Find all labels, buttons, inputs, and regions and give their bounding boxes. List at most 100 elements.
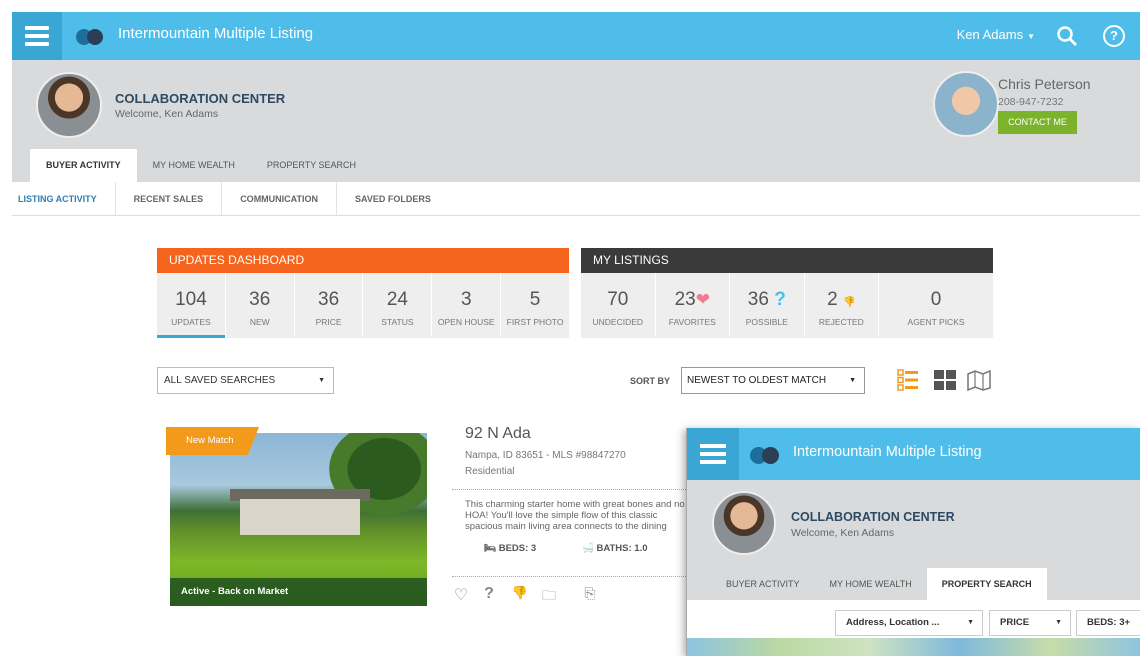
favorites-count: 23 — [674, 289, 696, 310]
overlay-tabs: BUYER ACTIVITY MY HOME WEALTH PROPERTY S… — [711, 568, 1047, 600]
overlay-app-title: Intermountain Multiple Listing — [793, 444, 982, 460]
updates-dashboard-title: UPDATES DASHBOARD — [157, 248, 569, 273]
imls-logo — [750, 447, 784, 464]
hamburger-menu-icon[interactable] — [687, 428, 739, 480]
collaboration-header: COLLABORATION CENTER Welcome, Ken Adams … — [12, 60, 1140, 182]
contact-me-button[interactable]: CONTACT ME — [998, 111, 1077, 134]
status-label: STATUS — [381, 317, 414, 327]
help-icon[interactable]: ? — [1103, 25, 1125, 47]
possible-question-icon[interactable]: ? — [479, 585, 499, 605]
map-view-icon[interactable] — [967, 369, 991, 391]
reject-thumbs-down-icon[interactable]: 👎 — [510, 585, 530, 605]
chevron-down-icon: ▼ — [967, 619, 974, 626]
rejected-label: REJECTED — [818, 317, 864, 327]
bed-icon: 🛏 — [484, 543, 497, 554]
folder-icon[interactable]: 🗀 — [539, 585, 559, 605]
rejected-cell[interactable]: 2 👎 REJECTED — [805, 273, 880, 337]
client-avatar — [712, 491, 776, 555]
sort-select[interactable]: NEWEST TO OLDEST MATCH ▼ — [681, 367, 865, 394]
chevron-down-icon: ▼ — [318, 377, 325, 384]
thumbs-down-icon: 👎 — [843, 297, 856, 308]
favorites-cell[interactable]: 23❤ FAVORITES — [656, 273, 731, 337]
tab-property-search[interactable]: PROPERTY SEARCH — [926, 568, 1047, 600]
undecided-label: UNDECIDED — [592, 317, 644, 327]
location-select[interactable]: Address, Location ... ▼ — [835, 610, 983, 636]
map-strip[interactable] — [687, 638, 1140, 656]
overlay-page-title: COLLABORATION CENTER — [791, 510, 955, 524]
location-value: Address, Location ... — [846, 617, 940, 628]
search-icon[interactable] — [1056, 25, 1078, 47]
price-cell[interactable]: 36 PRICE — [295, 273, 364, 337]
agent-picks-label: AGENT PICKS — [907, 317, 965, 327]
listing-address[interactable]: 92 N Ada — [465, 425, 531, 443]
price-label: PRICE — [315, 317, 342, 327]
updates-dashboard: UPDATES DASHBOARD 104 UPDATES 36 NEW 36 PRI… — [157, 248, 569, 338]
my-listings-dashboard: MY LISTINGS 70 UNDECIDED 23❤ FAVORITES 36 … — [581, 248, 993, 338]
open-house-count: 3 — [460, 289, 472, 310]
caret-down-icon: ▼ — [1027, 32, 1035, 41]
favorites-label: FAVORITES — [668, 317, 716, 327]
undecided-count: 70 — [607, 289, 629, 310]
top-navbar: Intermountain Multiple Listing Ken Adams… — [12, 12, 1140, 60]
tab-my-home-wealth[interactable]: MY HOME WEALTH — [137, 149, 251, 182]
subtab-listing-activity[interactable]: LISTING ACTIVITY — [12, 182, 116, 215]
hamburger-menu-icon[interactable] — [12, 12, 62, 60]
page-title: COLLABORATION CENTER — [115, 91, 286, 106]
grid-view-icon[interactable] — [934, 370, 956, 390]
updates-label: UPDATES — [171, 317, 211, 327]
listing-city-mls: Nampa, ID 83651 - MLS #98847270 — [465, 450, 626, 461]
status-cell[interactable]: 24 STATUS — [363, 273, 433, 337]
tab-my-home-wealth[interactable]: MY HOME WEALTH — [815, 568, 927, 600]
client-avatar — [36, 72, 102, 138]
tab-buyer-activity[interactable]: BUYER ACTIVITY — [711, 568, 815, 600]
price-count: 36 — [318, 289, 340, 310]
new-label: NEW — [249, 317, 270, 327]
user-name: Ken Adams — [956, 27, 1024, 42]
new-count: 36 — [249, 289, 271, 310]
price-value: PRICE — [1000, 617, 1030, 628]
first-photo-cell[interactable]: 5 FIRST PHOTO — [501, 273, 569, 337]
favorite-heart-icon[interactable]: ♡ — [451, 585, 471, 605]
possible-label: POSSIBLE — [745, 317, 788, 327]
agent-phone: 208-947-7232 — [998, 96, 1064, 108]
subtab-saved-folders[interactable]: SAVED FOLDERS — [337, 182, 449, 215]
main-tabs: BUYER ACTIVITY MY HOME WEALTH PROPERTY S… — [30, 149, 372, 182]
possible-cell[interactable]: 36 ? POSSIBLE — [730, 273, 805, 337]
listing-status: Active - Back on Market — [170, 578, 427, 606]
chevron-down-icon: ▼ — [849, 377, 856, 384]
chevron-down-icon: ▼ — [1055, 619, 1062, 626]
tab-buyer-activity[interactable]: BUYER ACTIVITY — [30, 149, 137, 182]
compare-icon[interactable]: ⎘ — [580, 585, 600, 605]
beds-select[interactable]: BEDS: 3+ — [1076, 610, 1140, 636]
subtab-communication[interactable]: COMMUNICATION — [222, 182, 338, 215]
open-house-cell[interactable]: 3 OPEN HOUSE — [432, 273, 502, 337]
new-cell[interactable]: 36 NEW — [226, 273, 295, 337]
beds-info: 🛏 BEDS: 3 — [484, 543, 536, 554]
subtab-recent-sales[interactable]: RECENT SALES — [116, 182, 223, 215]
new-match-badge: New Match — [166, 427, 259, 455]
agent-picks-cell[interactable]: 0 AGENT PICKS — [879, 273, 993, 337]
question-icon: ? — [774, 289, 786, 310]
agent-name: Chris Peterson — [998, 76, 1091, 92]
overlay-welcome-text: Welcome, Ken Adams — [791, 527, 895, 539]
possible-count: 36 — [747, 289, 769, 310]
saved-searches-select[interactable]: ALL SAVED SEARCHES ▼ — [157, 367, 334, 394]
mobile-preview-overlay: Intermountain Multiple Listing COLLABORA… — [686, 428, 1140, 656]
rejected-count: 2 — [827, 289, 838, 310]
agent-picks-count: 0 — [930, 289, 942, 310]
user-menu[interactable]: Ken Adams ▼ — [957, 27, 1035, 42]
baths-info: 🛁 BATHS: 1.0 — [582, 543, 648, 554]
tab-property-search[interactable]: PROPERTY SEARCH — [251, 149, 372, 182]
undecided-cell[interactable]: 70 UNDECIDED — [581, 273, 656, 337]
app-title: Intermountain Multiple Listing — [118, 25, 314, 42]
agent-avatar — [933, 71, 999, 137]
list-view-icon[interactable] — [897, 369, 919, 391]
welcome-text: Welcome, Ken Adams — [115, 108, 219, 120]
bathtub-icon: 🛁 — [582, 543, 594, 554]
my-listings-title: MY LISTINGS — [581, 248, 993, 273]
listing-description: This charming starter home with great bo… — [465, 499, 685, 532]
first-photo-count: 5 — [529, 289, 541, 310]
price-select[interactable]: PRICE ▼ — [989, 610, 1071, 636]
first-photo-label: FIRST PHOTO — [506, 317, 564, 327]
updates-cell[interactable]: 104 UPDATES — [157, 273, 226, 338]
